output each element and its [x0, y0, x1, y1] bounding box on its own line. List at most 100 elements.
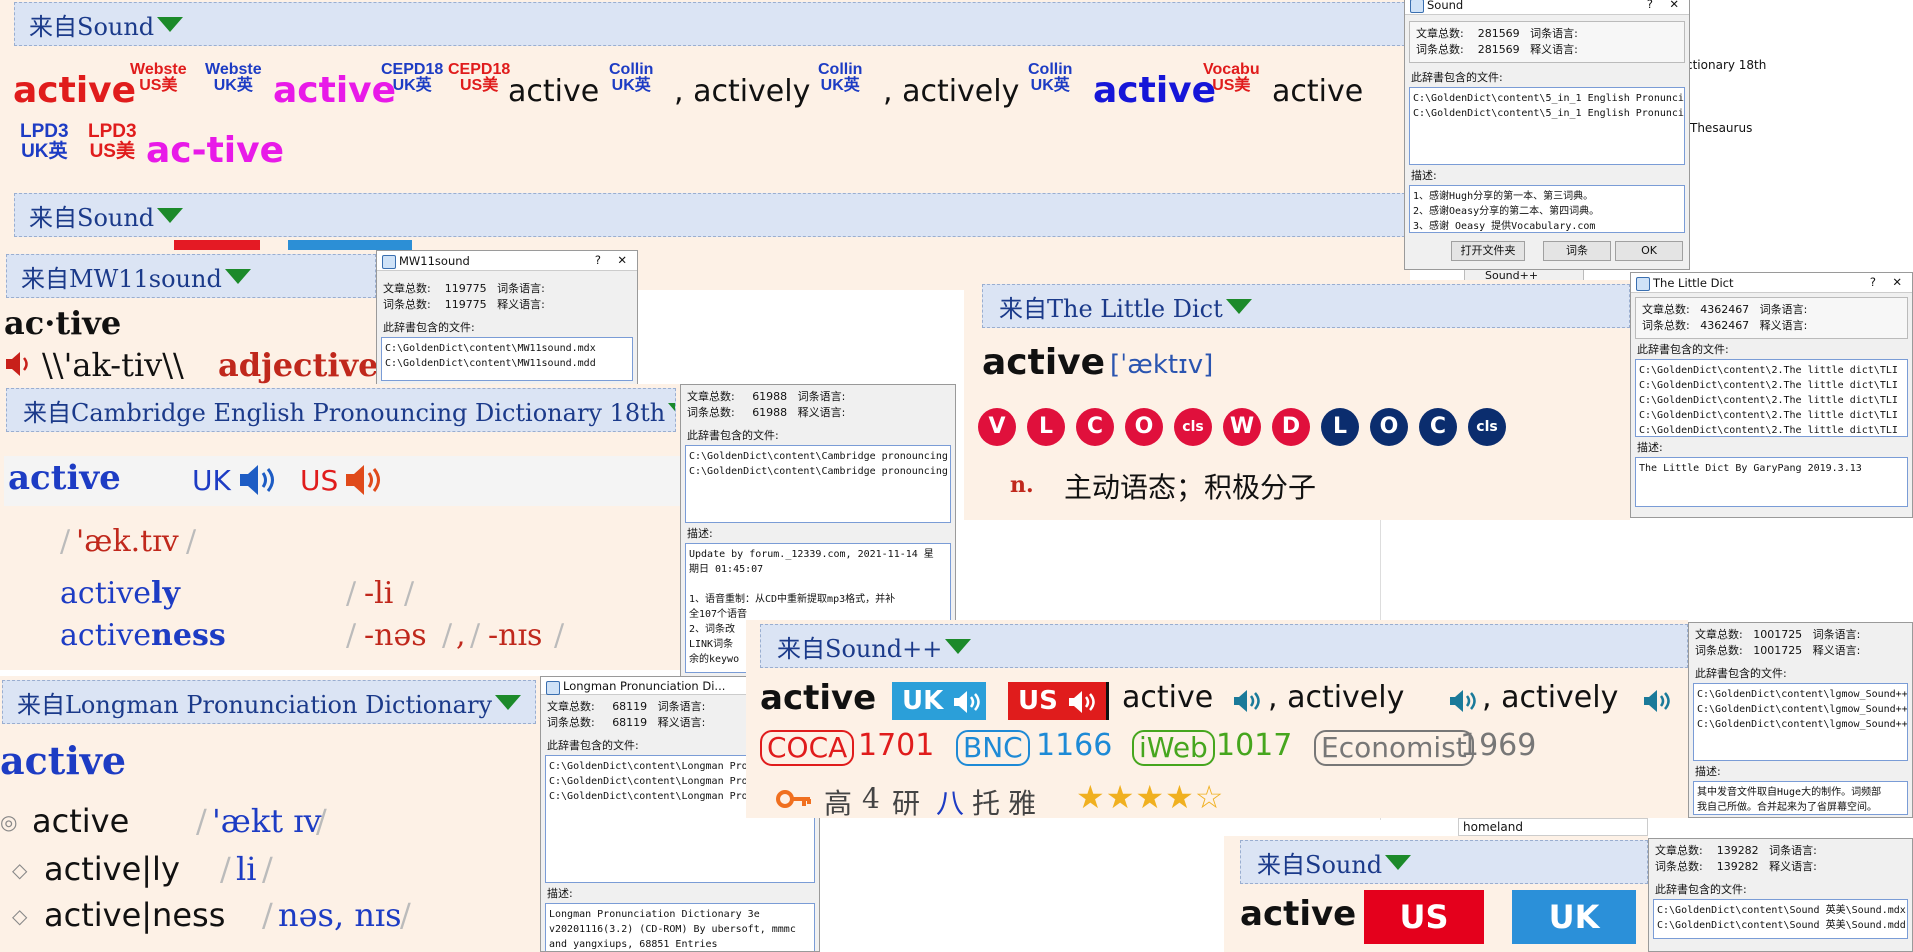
lpd-us-badge[interactable]: LPD3 US美 — [88, 122, 137, 162]
desc-label: 描述: — [1637, 441, 1663, 454]
sound-word[interactable]: active — [1093, 70, 1216, 111]
cepd-uk-badge[interactable]: CEPD18 UK英 — [381, 62, 443, 94]
sound-word[interactable]: active — [273, 70, 396, 111]
sound-word[interactable]: , actively — [674, 74, 810, 109]
collins-uk-badge[interactable]: Collin UK英 — [1028, 62, 1072, 94]
speaker-icon — [954, 690, 981, 713]
collapse-triangle-icon[interactable] — [224, 268, 251, 284]
sound-bottom-panel: 来自Sound active US UK — [1224, 836, 1648, 952]
collins-uk-badge[interactable]: Collin UK英 — [609, 62, 653, 94]
collapse-triangle-icon[interactable] — [157, 16, 184, 32]
speaker-icon[interactable] — [4, 350, 34, 378]
dictionary-source-icon[interactable]: L — [1027, 408, 1065, 446]
dictionary-source-icon[interactable]: D — [1272, 408, 1310, 446]
speaker-icon — [1068, 690, 1095, 713]
speaker-icon[interactable] — [1642, 688, 1672, 718]
files-list[interactable]: C:\GoldenDict\content\Cambridge pronounc… — [685, 445, 951, 523]
speaker-icon[interactable] — [1448, 688, 1478, 718]
sound-word[interactable]: , actively — [1482, 680, 1618, 715]
collapse-triangle-icon[interactable] — [495, 694, 522, 710]
vocabulary-us-badge[interactable]: Vocabu US美 — [1203, 62, 1260, 94]
panel-title: 来自Longman Pronunciation Dictionary — [17, 690, 493, 719]
text-cursor — [1106, 682, 1109, 720]
panel-header: 来自Sound++ — [760, 624, 1688, 668]
description-box[interactable]: 其中发音文件取自Huge大的制作。词频部 我自己所做。合并起来为了省屏幕空间。 — [1693, 781, 1908, 815]
us-audio-button[interactable]: US — [1008, 682, 1106, 720]
littledict-panel: 来自The Little Dict active [ˈæktɪv] V L C Ocl… — [964, 280, 1630, 520]
entry-ipa: li — [236, 850, 257, 888]
collins-uk-badge[interactable]: Collin UK英 — [818, 62, 862, 94]
derived-ipa-alt: -nɪs — [488, 618, 543, 653]
entry-word: active|ness — [44, 896, 226, 934]
mw11-panel: 来自MW11sound ac·tive \\'ak-tiv\\ adjectiv… — [0, 250, 376, 400]
dictionary-source-icon[interactable]: cls — [1174, 408, 1212, 446]
dialog-stats: 文章总数: 1001725 词条语言: 词条总数: 1001725 释义语言: — [1695, 628, 1861, 657]
speaker-icon[interactable] — [1232, 688, 1262, 718]
webster-us-badge[interactable]: Webste US美 — [130, 62, 187, 94]
homeland-field[interactable]: homeland — [1458, 818, 1648, 836]
headwords-button[interactable]: 词条 — [1543, 241, 1611, 261]
dictionary-source-icon[interactable]: W — [1223, 408, 1261, 446]
definition: 主动语态；积极分子 — [1064, 471, 1317, 504]
close-icon[interactable]: ✕ — [1892, 275, 1902, 289]
dialog-title: Longman Pronunciation Di... — [563, 678, 726, 693]
help-icon[interactable]: ? — [595, 253, 601, 267]
sound-word[interactable]: active — [1272, 74, 1363, 109]
dictionary-source-icon[interactable]: cls — [1468, 408, 1506, 446]
collapse-triangle-icon[interactable] — [1385, 854, 1412, 870]
files-list[interactable]: C:\GoldenDict\content\2.The little dict\… — [1635, 359, 1908, 437]
sound-word[interactable]: active — [13, 70, 136, 111]
description-box[interactable]: 1、感谢Hugh分享的第一本、第三词典。 2、感谢Oeasy分享的第二本、第四词… — [1409, 185, 1685, 233]
open-folder-button[interactable]: 打开文件夹 — [1451, 241, 1525, 261]
cepd-us-badge[interactable]: CEPD18 US美 — [448, 62, 510, 94]
description-box[interactable]: The Little Dict By GaryPang 2019.3.13 — [1635, 457, 1908, 507]
sound-bottom-dialog: 文章总数: 139282 词条语言: 词条总数: 139282 释义语言: 此辞… — [1648, 838, 1913, 952]
collapse-triangle-icon[interactable] — [157, 207, 184, 223]
webster-uk-badge[interactable]: Webste UK英 — [205, 62, 262, 94]
dictionary-source-icon[interactable]: O — [1125, 408, 1163, 446]
collapse-triangle-icon[interactable] — [1225, 298, 1252, 314]
us-audio-button[interactable]: US — [1364, 890, 1484, 944]
ipa-slash: / — [470, 618, 481, 653]
files-list[interactable]: C:\GoldenDict\content\lgmow_Sound++\ C:\… — [1693, 683, 1908, 761]
dictionary-source-icon[interactable]: V — [978, 408, 1016, 446]
sound-word[interactable]: ac-tive — [146, 130, 284, 171]
background-list-item[interactable]: ctionary 18th — [1686, 58, 1766, 72]
dialog-title: MW11sound — [399, 253, 470, 268]
red-strip — [174, 240, 260, 250]
collapse-triangle-icon[interactable] — [668, 402, 675, 418]
dictionary-source-icon[interactable]: L — [1321, 408, 1359, 446]
files-list[interactable]: C:\GoldenDict\content\Sound 英美\Sound.mdx… — [1653, 899, 1908, 939]
collapse-triangle-icon[interactable] — [945, 638, 972, 654]
us-speaker-icon[interactable] — [344, 462, 386, 502]
files-list[interactable]: C:\GoldenDict\content\MW11sound.mdx C:\G… — [381, 337, 633, 381]
uk-audio-button[interactable]: UK — [892, 682, 986, 720]
files-label: 此辞書包含的文件: — [1637, 343, 1729, 356]
sound-word[interactable]: active — [508, 74, 599, 109]
sound-word[interactable]: , actively — [883, 74, 1019, 109]
dictionary-source-icon[interactable]: C — [1076, 408, 1114, 446]
dictionary-source-icon[interactable]: C — [1419, 408, 1457, 446]
dictionary-source-icon[interactable]: O — [1370, 408, 1408, 446]
help-icon[interactable]: ? — [1647, 0, 1653, 11]
desc-label: 描述: — [547, 887, 573, 900]
close-icon[interactable]: ✕ — [1669, 0, 1679, 11]
lpd-uk-badge[interactable]: LPD3 UK英 — [20, 122, 69, 162]
sound-word[interactable]: active — [1122, 680, 1213, 715]
ipa: 'æk.tɪv — [76, 524, 179, 559]
ipa-slash: / — [400, 896, 411, 934]
uk-speaker-icon[interactable] — [238, 462, 280, 502]
ok-button[interactable]: OK — [1615, 241, 1683, 261]
panel-header: 来自MW11sound — [6, 254, 376, 298]
help-icon[interactable]: ? — [1870, 275, 1876, 289]
sound-word[interactable]: , actively — [1268, 680, 1404, 715]
close-icon[interactable]: ✕ — [617, 253, 627, 267]
background-list-item[interactable]: Thesaurus — [1690, 121, 1752, 135]
uk-audio-button[interactable]: UK — [1512, 890, 1636, 944]
panel-header: 来自Longman Pronunciation Dictionary — [2, 680, 536, 724]
files-list[interactable]: C:\GoldenDict\content\5_in_1 English Pro… — [1409, 87, 1685, 165]
headword: active — [0, 738, 127, 783]
description-box[interactable]: Longman Pronunciation Dictionary 3e v202… — [545, 903, 815, 951]
sound-top-panel: 来自Sound active Webste US美 Webste UK英 activ… — [0, 0, 1410, 290]
dialog-titlebar: MW11sound? ✕ — [377, 251, 637, 271]
